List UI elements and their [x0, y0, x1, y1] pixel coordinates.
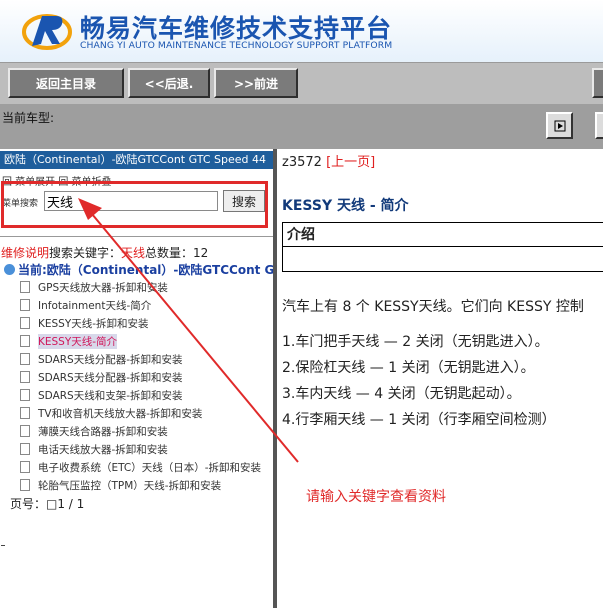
- more-icon[interactable]: [595, 112, 603, 139]
- document-icon: [20, 461, 30, 473]
- list-item: 4.行李厢天线 — 1 关闭（行李厢空间检测）: [282, 412, 556, 428]
- result-keyword: 天线: [121, 246, 146, 260]
- search-result-summary: 维修说明搜索关键字：天线总数量：12: [1, 244, 208, 261]
- result-prefix: 维修说明: [1, 246, 50, 260]
- current-node-label: 当前:欧陆（Continental）-欧陆GTCCont GTC: [18, 263, 273, 277]
- home-button[interactable]: 返回主目录: [8, 68, 124, 98]
- tree-item[interactable]: 电子收费系统（ETC）天线（日本）-拆卸和安装: [14, 458, 273, 476]
- document-icon: [20, 299, 30, 311]
- tree-item-label: GPS天线放大器-拆卸和安装: [38, 281, 168, 294]
- intro-header: 介绍: [283, 223, 603, 247]
- tree-item[interactable]: TV和收音机天线放大器-拆卸和安装: [14, 404, 273, 422]
- model-bar: 当前车型:: [0, 104, 603, 149]
- intro-table: 介绍: [282, 222, 603, 272]
- list-item: 1.车门把手天线 — 2 关闭（无钥匙进入）。: [282, 334, 549, 350]
- tree-item-label: KESSY天线-拆卸和安装: [38, 317, 149, 330]
- document-panel: z3572 [上一页] KESSY 天线 - 简介 介绍 汽车上有 8 个 KE…: [277, 149, 603, 608]
- play-icon[interactable]: [546, 112, 573, 139]
- tree-item[interactable]: SDARS天线分配器-拆卸和安装: [14, 350, 273, 368]
- antenna-list: 1.车门把手天线 — 2 关闭（无钥匙进入）。 2.保险杠天线 — 1 关闭（无…: [282, 329, 556, 433]
- tree-item-label: TV和收音机天线放大器-拆卸和安装: [38, 407, 203, 420]
- document-id: z3572 [上一页]: [282, 151, 375, 170]
- prev-page-link[interactable]: [上一页]: [326, 155, 375, 170]
- tree-item-label: 电子收费系统（ETC）天线（日本）-拆卸和安装: [38, 461, 262, 474]
- document-icon: [20, 335, 30, 347]
- result-count: 总数量：12: [145, 246, 209, 260]
- tree-item[interactable]: KESSY天线-拆卸和安装: [14, 314, 273, 332]
- pager: 页号：□1 / 1: [10, 497, 85, 511]
- computer-icon: [4, 264, 15, 275]
- tree-item[interactable]: 薄膜天线合路器-拆卸和安装: [14, 422, 273, 440]
- document-icon: [20, 479, 30, 491]
- result-keyword-label: 搜索关键字：: [49, 246, 122, 260]
- document-number: z3572: [282, 155, 322, 170]
- tree-item-label: SDARS天线分配器-拆卸和安装: [38, 353, 183, 366]
- tree-item[interactable]: 轮胎气压监控（TPM）天线-拆卸和安装: [14, 476, 273, 494]
- list-item: 3.车内天线 — 4 关闭（无钥匙起动）。: [282, 386, 521, 402]
- annotation-text: 请输入关键字查看资料: [306, 489, 446, 505]
- tree-item-label: KESSY天线-简介: [38, 333, 118, 349]
- search-highlight-box: [1, 181, 268, 228]
- list-item: 2.保险杠天线 — 1 关闭（无钥匙进入）。: [282, 360, 535, 376]
- document-icon: [20, 281, 30, 293]
- divider: [0, 236, 273, 237]
- app-header: 畅易汽车维修技术支持平台 CHANG YI AUTO MAINTENANCE T…: [0, 0, 603, 62]
- document-icon: [20, 389, 30, 401]
- document-icon: [20, 425, 30, 437]
- tree-item[interactable]: GPS天线放大器-拆卸和安装: [14, 278, 273, 296]
- toolbar: 返回主目录 <<后退. >>前进: [0, 62, 603, 105]
- back-button[interactable]: <<后退.: [128, 68, 210, 98]
- tree-item-label: Infotainment天线-简介: [38, 299, 152, 312]
- app-subtitle: CHANG YI AUTO MAINTENANCE TECHNOLOGY SUP…: [80, 40, 393, 51]
- car-model-banner: 欧陆（Continental）-欧陆GTCCont GTC Speed 44: [0, 151, 273, 169]
- tree-item-label: SDARS天线分配器-拆卸和安装: [38, 371, 183, 384]
- tree-item[interactable]: 电话天线放大器-拆卸和安装: [14, 440, 273, 458]
- current-node[interactable]: 当前:欧陆（Continental）-欧陆GTCCont GTC: [4, 261, 273, 278]
- tree-item[interactable]: SDARS天线分配器-拆卸和安装: [14, 368, 273, 386]
- toolbar-overflow-button[interactable]: [592, 68, 603, 98]
- tree-item-label: 轮胎气压监控（TPM）天线-拆卸和安装: [38, 479, 222, 492]
- document-icon: [20, 443, 30, 455]
- tree-item[interactable]: SDARS天线和支架-拆卸和安装: [14, 386, 273, 404]
- forward-button[interactable]: >>前进: [214, 68, 298, 98]
- document-icon: [20, 353, 30, 365]
- document-title: KESSY 天线 - 简介: [282, 198, 409, 214]
- document-icon: [20, 407, 30, 419]
- tree-item[interactable]: Infotainment天线-简介: [14, 296, 273, 314]
- tree-item-label: 电话天线放大器-拆卸和安装: [38, 443, 168, 456]
- current-model-label: 当前车型:: [2, 111, 55, 125]
- logo-icon: [22, 14, 72, 50]
- tree-item-label: 薄膜天线合路器-拆卸和安装: [38, 425, 168, 438]
- tree-item[interactable]: KESSY天线-简介: [14, 332, 273, 350]
- document-icon: [20, 317, 30, 329]
- document-icon: [20, 371, 30, 383]
- document-paragraph: 汽车上有 8 个 KESSY天线。它们向 KESSY 控制: [282, 299, 584, 315]
- tree-item-label: SDARS天线和支架-拆卸和安装: [38, 389, 183, 402]
- result-tree: GPS天线放大器-拆卸和安装 Infotainment天线-简介 KESSY天线-拆…: [14, 278, 273, 494]
- divider: [1, 545, 5, 546]
